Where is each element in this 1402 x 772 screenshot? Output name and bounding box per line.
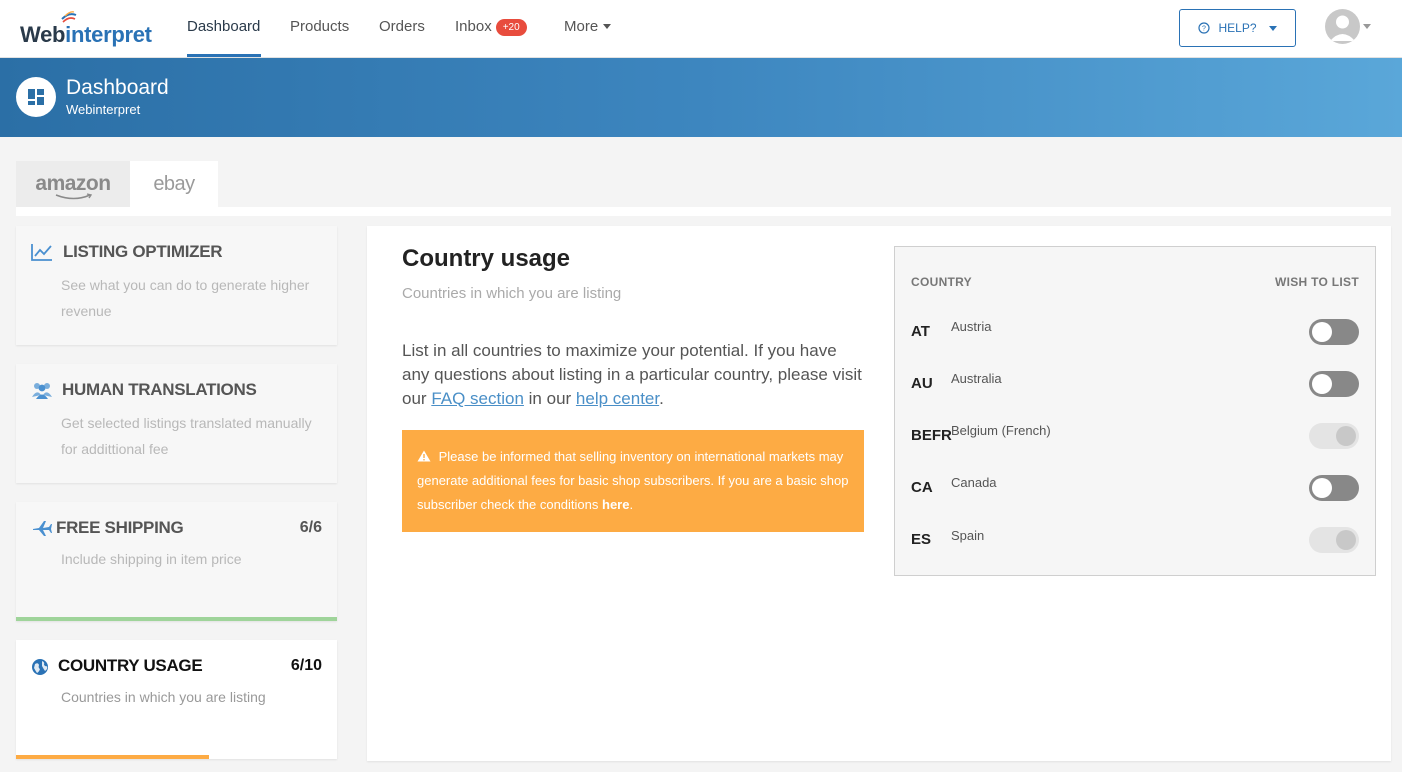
wish-to-list-toggle[interactable] (1309, 371, 1359, 397)
country-name: Austria (951, 319, 992, 334)
country-row: AU Australia (895, 357, 1375, 409)
card-country-usage[interactable]: COUNTRY USAGE 6/10 Countries in which yo… (16, 640, 337, 759)
faq-link[interactable]: FAQ section (431, 389, 524, 408)
svg-text:?: ? (1203, 26, 1207, 33)
wish-to-list-toggle (1309, 527, 1359, 553)
panel-description: List in all countries to maximize your p… (402, 339, 862, 411)
nav-products[interactable]: Products (290, 18, 349, 35)
inbox-count-badge: +20 (495, 19, 527, 36)
logo-text-interpret: interpret (65, 22, 152, 47)
toggle-knob (1312, 322, 1332, 342)
country-row: CA Canada (895, 461, 1375, 513)
ebay-logo: ebay (153, 172, 195, 195)
tab-content-strip (16, 207, 1391, 216)
description-end: . (659, 389, 664, 408)
tab-ebay[interactable]: ebay (130, 161, 218, 207)
chart-line-icon (31, 244, 52, 261)
card-description: Countries in which you are listing (61, 689, 266, 705)
country-code: BEFR (911, 427, 952, 444)
card-title: FREE SHIPPING (56, 518, 184, 537)
country-usage-panel: Country usage Countries in which you are… (367, 226, 1391, 761)
wish-to-list-toggle[interactable] (1309, 475, 1359, 501)
toggle-knob (1336, 530, 1356, 550)
country-name: Belgium (French) (951, 423, 1051, 438)
page-subtitle: Webinterpret (66, 102, 141, 117)
help-button-label: HELP? (1218, 21, 1257, 35)
amazon-smile-icon (55, 193, 93, 200)
wish-to-list-toggle (1309, 423, 1359, 449)
top-navbar: Webinterpret Dashboard Products Orders I… (0, 0, 1402, 58)
nav-inbox[interactable]: Inbox +20 (455, 18, 527, 36)
page-header-banner: Dashboard Webinterpret (0, 58, 1402, 137)
nav-dashboard[interactable]: Dashboard (187, 18, 260, 35)
country-row: ES Spain (895, 513, 1375, 565)
card-human-translations[interactable]: HUMAN TRANSLATIONS Get selected listings… (16, 364, 337, 483)
globe-icon (32, 659, 48, 675)
warning-icon (417, 450, 431, 462)
avatar-chevron-down-icon[interactable] (1363, 24, 1371, 29)
card-title: COUNTRY USAGE (58, 656, 203, 675)
card-description: Get selected listings translated manuall… (61, 415, 312, 457)
dashboard-icon (16, 77, 56, 117)
wish-to-list-toggle[interactable] (1309, 319, 1359, 345)
card-count: 6/10 (290, 657, 322, 674)
page-title: Dashboard (66, 76, 169, 99)
help-center-link[interactable]: help center (576, 389, 659, 408)
logo-text-web: Web (20, 22, 66, 47)
airplane-icon (33, 521, 52, 536)
nav-more-label: More (564, 18, 599, 35)
nav-orders[interactable]: Orders (379, 18, 425, 35)
user-avatar[interactable] (1325, 9, 1360, 44)
card-description: See what you can do to generate higher r… (61, 277, 310, 319)
country-code: AT (911, 323, 930, 340)
toggle-knob (1312, 374, 1332, 394)
column-header-wish-to-list: WISH TO LIST (1274, 275, 1359, 289)
fees-warning-alert: Please be informed that selling inventor… (402, 430, 864, 532)
country-code: AU (911, 375, 933, 392)
panel-title: Country usage (402, 245, 571, 272)
card-listing-optimizer[interactable]: LISTING OPTIMIZER See what you can do to… (16, 226, 337, 345)
card-title: HUMAN TRANSLATIONS (62, 380, 257, 399)
card-description: Include shipping in item price (61, 551, 242, 567)
active-tab-indicator (187, 54, 261, 57)
country-code: ES (911, 531, 932, 548)
card-count: 6/6 (299, 519, 322, 536)
toggle-knob (1336, 426, 1356, 446)
chevron-down-icon (1268, 25, 1277, 31)
country-name: Australia (951, 371, 1002, 386)
column-header-country: COUNTRY (911, 275, 972, 289)
question-circle-icon: ? (1198, 22, 1211, 34)
help-button[interactable]: ? HELP? (1179, 9, 1296, 47)
webinterpret-logo[interactable]: Webinterpret (20, 10, 160, 47)
card-free-shipping[interactable]: FREE SHIPPING 6/6 Include shipping in it… (16, 502, 337, 621)
users-icon (32, 383, 52, 399)
chevron-down-icon (603, 24, 612, 29)
country-table: COUNTRY WISH TO LIST AT Austria AU Austr… (894, 246, 1376, 576)
nav-inbox-label: Inbox (455, 18, 492, 35)
country-code: CA (911, 479, 933, 496)
description-text-mid: in our (528, 389, 572, 408)
card-progress-bar (16, 617, 337, 621)
nav-more[interactable]: More (564, 18, 612, 35)
card-title: LISTING OPTIMIZER (63, 242, 223, 261)
panel-subtitle: Countries in which you are listing (402, 285, 622, 302)
country-name: Canada (951, 475, 997, 490)
conditions-link[interactable]: here (602, 497, 629, 512)
user-icon (1330, 15, 1355, 41)
tab-amazon[interactable]: amazon (16, 161, 130, 207)
card-progress-bar (16, 755, 209, 759)
country-row: BEFR Belgium (French) (895, 409, 1375, 461)
country-name: Spain (951, 528, 985, 543)
alert-end: . (629, 497, 634, 512)
country-row: AT Austria (895, 305, 1375, 357)
toggle-knob (1312, 478, 1332, 498)
